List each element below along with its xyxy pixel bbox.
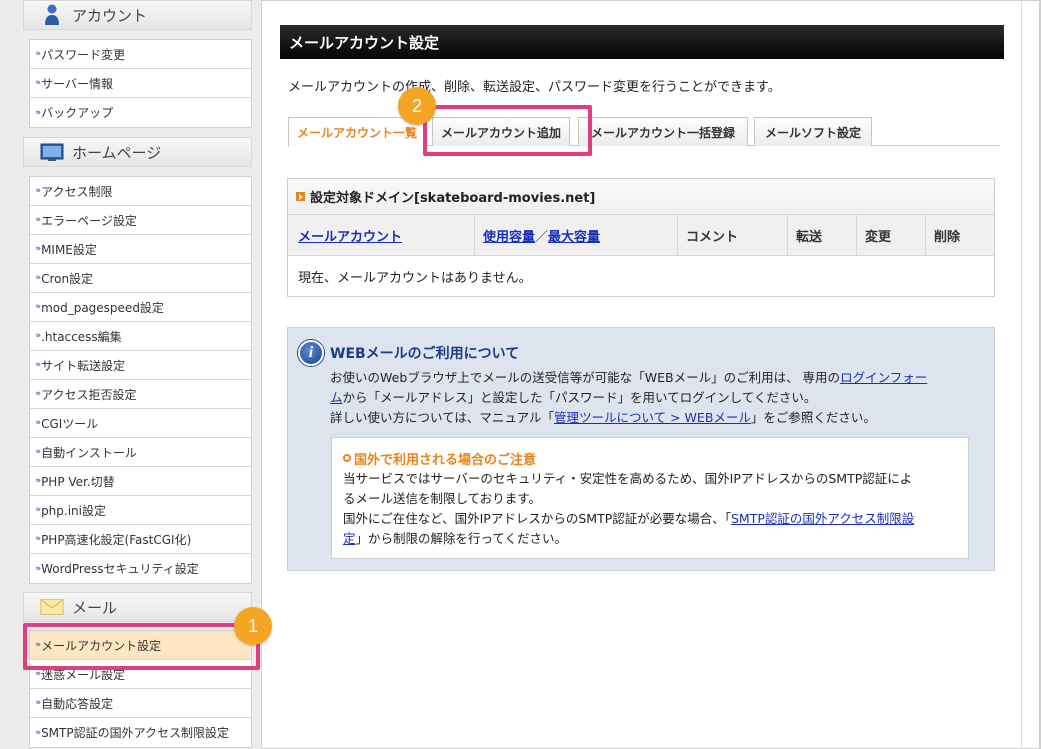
monitor-icon (40, 141, 64, 163)
step-badge-1: 1 (234, 607, 272, 645)
sidebar-item-access-restriction[interactable]: ·›› アクセス制限 (30, 177, 251, 206)
info-icon: i (298, 340, 324, 366)
sidebar-section-mail: メール (23, 592, 252, 622)
user-icon (40, 4, 64, 26)
arrow-icon: ·›› (35, 273, 41, 283)
sidebar-item-cgi-tools[interactable]: ·›› CGIツール (30, 409, 251, 438)
arrow-icon: ·›› (35, 534, 41, 544)
sidebar-menu-homepage: ·›› アクセス制限 ·›› エラーページ設定 ·›› MIME設定 ·›› Cron設… (29, 176, 252, 584)
step-badge-2: 2 (398, 87, 436, 125)
arrow-square-icon (296, 192, 305, 201)
right-border-line (1021, 0, 1022, 749)
sidebar-item-error-page[interactable]: ·›› エラーページ設定 (30, 206, 251, 235)
webmail-info-text: お使いのWebブラウザ上でメールの送受信等が可能な「WEBメール」のご利用は、 … (330, 370, 928, 425)
sidebar-item-mime[interactable]: ·›› MIME設定 (30, 235, 251, 264)
arrow-icon: ·›› (35, 331, 41, 341)
arrow-icon: ·›› (35, 698, 41, 708)
tab-mail-software[interactable]: メールソフト設定 (754, 117, 872, 146)
sidebar-item-auto-reply[interactable]: ·›› 自動応答設定 (30, 689, 251, 718)
sidebar-item-site-forward[interactable]: ·›› サイト転送設定 (30, 351, 251, 380)
arrow-icon: ·›› (35, 727, 41, 738)
sidebar-item-php-version[interactable]: ·›› PHP Ver.切替 (30, 467, 251, 496)
col-comment: コメント (677, 215, 787, 256)
arrow-icon: ·›› (35, 186, 41, 196)
sidebar-section-heading: ホームページ (72, 143, 162, 162)
table-header: メールアカウント 使用容量／最大容量 コメント 転送 変更 削除 (288, 215, 994, 256)
tab-bar: メールアカウント一覧 メールアカウント追加 メールアカウント一括登録 メールソフ… (288, 117, 1000, 147)
col-forward: 転送 (787, 215, 856, 256)
webmail-info-title: i WEBメールのご利用について (298, 340, 519, 366)
smtp-restriction-link-cont[interactable]: 定 (343, 531, 356, 546)
arrow-icon: ·›› (35, 563, 41, 574)
arrow-icon: ·›› (35, 360, 41, 370)
main-content: メールアカウント設定 (280, 25, 1004, 59)
arrow-icon: ·›› (35, 669, 41, 679)
sidebar: アカウント ·›› パスワード変更 ·›› サーバー情報 ·›› バックアップ ホーム… (0, 0, 262, 749)
mail-account-table: 設定対象ドメイン[skateboard-movies.net] メールアカウント… (287, 178, 995, 297)
arrow-icon: ·›› (35, 389, 41, 399)
sidebar-item-mod-pagespeed[interactable]: ·›› mod_pagespeed設定 (30, 293, 251, 322)
page-title: メールアカウント設定 (280, 25, 1004, 59)
manual-webmail-link[interactable]: 管理ツールについて > WEBメール (554, 410, 751, 425)
sidebar-menu-mail: ·›› メールアカウント設定 ·›› 迷惑メール設定 ·›› 自動応答設定 ·›› SM… (29, 630, 252, 748)
sidebar-item-cron[interactable]: ·›› Cron設定 (30, 264, 251, 293)
login-form-link[interactable]: ログインフォー (840, 370, 927, 385)
sidebar-menu-account: ·›› パスワード変更 ·›› サーバー情報 ·›› バックアップ (29, 39, 252, 128)
sort-max-capacity-link[interactable]: 最大容量 (548, 226, 600, 245)
sidebar-item-php-ini[interactable]: ·›› php.ini設定 (30, 496, 251, 525)
sidebar-section-heading: メール (72, 598, 118, 617)
tab-mail-account-bulk[interactable]: メールアカウント一括登録 (578, 117, 748, 146)
col-mail-account: メールアカウント (288, 215, 474, 256)
empty-message: 現在、メールアカウントはありません。 (298, 270, 532, 286)
login-form-link-cont[interactable]: ム (330, 390, 343, 405)
arrow-icon: ·›› (35, 447, 41, 457)
arrow-icon: ·›› (35, 505, 41, 515)
sidebar-section-account: アカウント (23, 0, 252, 30)
sidebar-item-smtp-restriction[interactable]: ·›› SMTP認証の国外アクセス制限設定 (30, 718, 251, 747)
sidebar-item-password-change[interactable]: ·›› パスワード変更 (30, 40, 251, 69)
sidebar-item-mail-account-settings[interactable]: ·›› メールアカウント設定 (30, 631, 251, 660)
domain-heading: 設定対象ドメイン[skateboard-movies.net] (288, 179, 994, 215)
sort-mail-account-link[interactable]: メールアカウント (298, 226, 402, 245)
arrow-icon: ·›› (35, 244, 41, 254)
arrow-icon: ·›› (35, 476, 41, 486)
envelope-icon (40, 596, 64, 618)
sidebar-item-php-fastcgi[interactable]: ·›› PHP高速化設定(FastCGI化) (30, 525, 251, 554)
tab-mail-account-add[interactable]: メールアカウント追加 (432, 117, 570, 146)
ring-icon (343, 454, 351, 462)
smtp-restriction-link[interactable]: SMTP認証の国外アクセス制限設 (731, 511, 914, 526)
sidebar-item-auto-install[interactable]: ·›› 自動インストール (30, 438, 251, 467)
arrow-icon: ·›› (35, 418, 41, 428)
sidebar-item-wordpress-security[interactable]: ·›› WordPressセキュリティ設定 (30, 554, 251, 583)
sidebar-item-server-info[interactable]: ·›› サーバー情報 (30, 69, 251, 98)
webmail-info-box: i WEBメールのご利用について お使いのWebブラウザ上でメールの送受信等が可… (287, 327, 995, 571)
arrow-icon: ·›› (35, 49, 41, 59)
col-delete: 削除 (925, 215, 996, 256)
arrow-icon: ·›› (35, 302, 41, 312)
sort-usage-link[interactable]: 使用容量 (483, 226, 535, 245)
sidebar-item-htaccess[interactable]: ·›› .htaccess編集 (30, 322, 251, 351)
sidebar-item-access-deny[interactable]: ·›› アクセス拒否設定 (30, 380, 251, 409)
sidebar-item-spam-settings[interactable]: ·›› 迷惑メール設定 (30, 660, 251, 689)
notice-text: 当サービスではサーバーのセキュリティ・安定性を高めるため、国外IPアドレスからの… (343, 471, 915, 546)
overseas-notice-box: 国外で利用される場合のご注意 当サービスではサーバーのセキュリティ・安定性を高め… (331, 437, 969, 559)
page-description: メールアカウントの作成、削除、転送設定、パスワード変更を行うことができます。 (288, 80, 781, 95)
notice-title: 国外で利用される場合のご注意 (343, 448, 958, 468)
arrow-icon: ·›› (35, 78, 41, 88)
sidebar-item-backup[interactable]: ·›› バックアップ (30, 98, 251, 127)
sidebar-section-heading: アカウント (72, 6, 148, 25)
col-capacity: 使用容量／最大容量 (474, 215, 677, 256)
col-change: 変更 (856, 215, 925, 256)
sidebar-section-homepage: ホームページ (23, 137, 252, 167)
arrow-icon: ·›› (35, 107, 41, 118)
arrow-icon: ·›› (35, 215, 41, 225)
arrow-icon: ·›› (35, 640, 41, 650)
